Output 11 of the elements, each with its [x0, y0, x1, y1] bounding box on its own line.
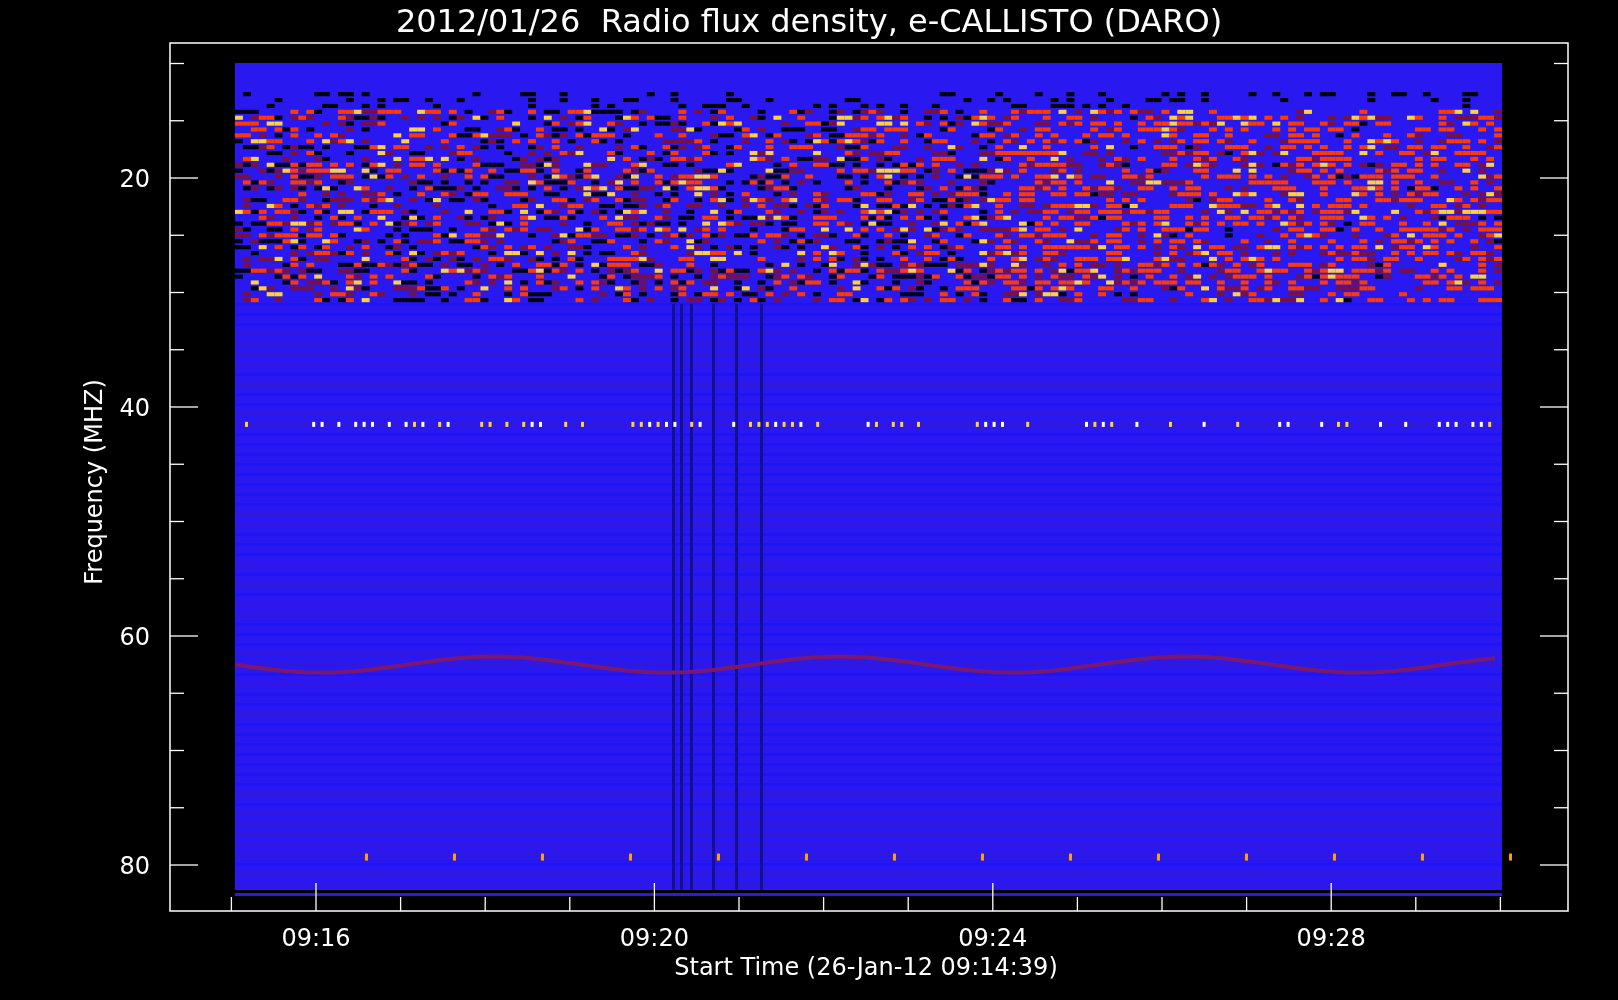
y-tick-label: 80: [119, 852, 150, 880]
x-axis-label: Start Time (26-Jan-12 09:14:39): [674, 953, 1058, 981]
x-tick-label: 09:16: [281, 924, 351, 952]
x-tick-label: 09:28: [1296, 924, 1366, 952]
y-tick-label: 60: [119, 623, 150, 651]
y-axis-label: Frequency (MHZ): [80, 379, 108, 585]
y-tick-label: 20: [119, 165, 150, 193]
plot-title: 2012/01/26 Radio flux density, e-CALLISTO (DARO): [394, 2, 1224, 40]
x-tick-label: 09:24: [958, 924, 1028, 952]
x-tick-label: 09:20: [619, 924, 689, 952]
y-tick-label: 40: [119, 394, 150, 422]
